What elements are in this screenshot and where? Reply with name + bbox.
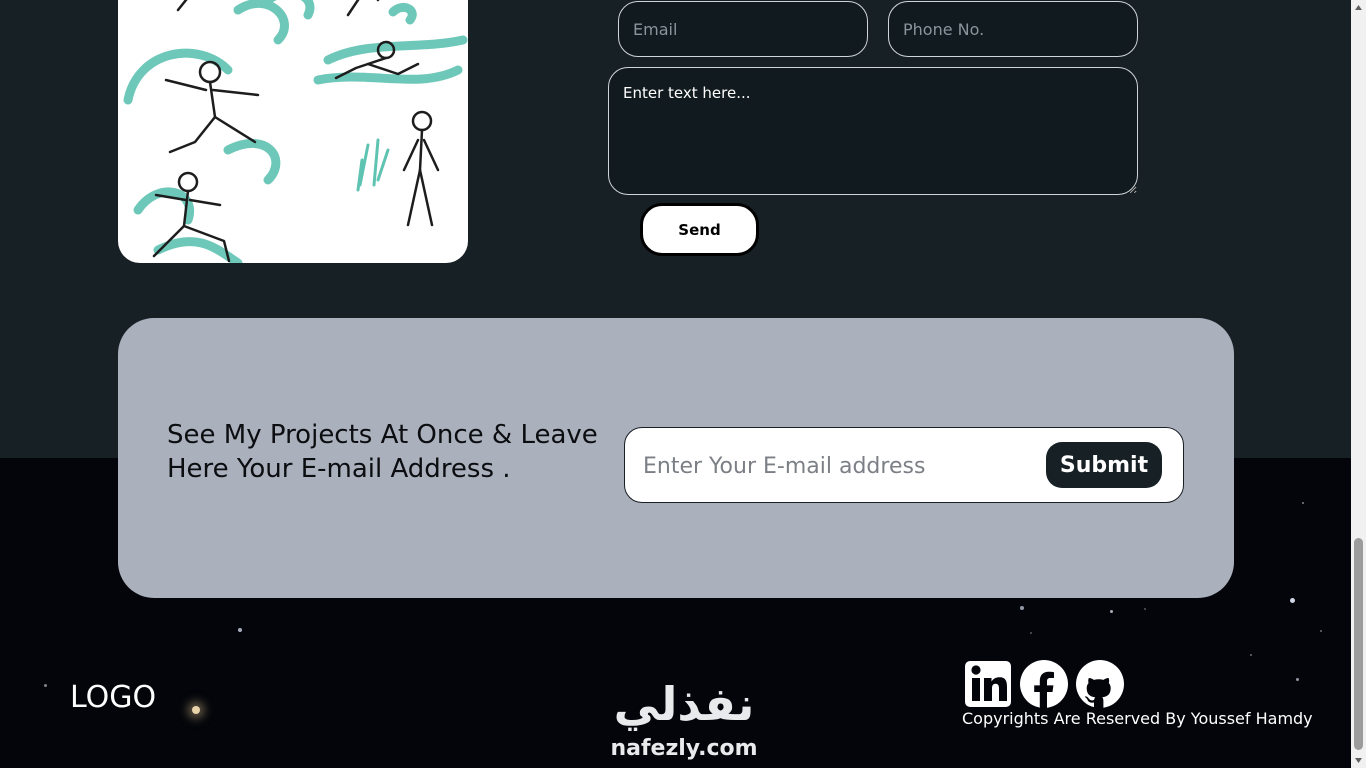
- newsletter-heading-line2: Here Your E-mail Address .: [167, 454, 511, 484]
- copyright-text: Copyrights Are Reserved By Youssef Hamdy: [962, 709, 1313, 728]
- watermark-arabic-text: نفذلي: [613, 677, 755, 731]
- linkedin-icon[interactable]: [964, 658, 1012, 708]
- email-field[interactable]: [618, 1, 868, 57]
- newsletter-email-input[interactable]: [643, 440, 1033, 492]
- phone-field[interactable]: [888, 1, 1138, 57]
- social-links: [964, 658, 1124, 708]
- scroll-down-arrow-icon[interactable]: [1354, 756, 1363, 765]
- watermark-latin-text: nafezly.com: [610, 736, 758, 761]
- footer-logo[interactable]: LOGO: [70, 680, 156, 715]
- nafezly-watermark: نفذلي nafezly.com: [596, 676, 772, 766]
- newsletter-form: Submit: [624, 427, 1184, 503]
- sketch-illustration: [118, 0, 468, 263]
- newsletter-heading-line1: See My Projects At Once & Leave: [167, 420, 598, 450]
- github-icon[interactable]: [1076, 658, 1124, 708]
- send-button[interactable]: Send: [640, 203, 759, 256]
- scrollbar-thumb[interactable]: [1354, 538, 1363, 750]
- message-textarea[interactable]: [608, 67, 1138, 195]
- figure-sketch-image: [123, 0, 468, 263]
- newsletter-card: See My Projects At Once & Leave Here You…: [118, 318, 1234, 598]
- facebook-icon[interactable]: [1020, 658, 1068, 708]
- page-scrollbar[interactable]: [1351, 0, 1366, 768]
- newsletter-heading: See My Projects At Once & Leave Here You…: [167, 418, 637, 486]
- scroll-up-arrow-icon[interactable]: [1354, 3, 1363, 12]
- submit-button[interactable]: Submit: [1046, 442, 1162, 488]
